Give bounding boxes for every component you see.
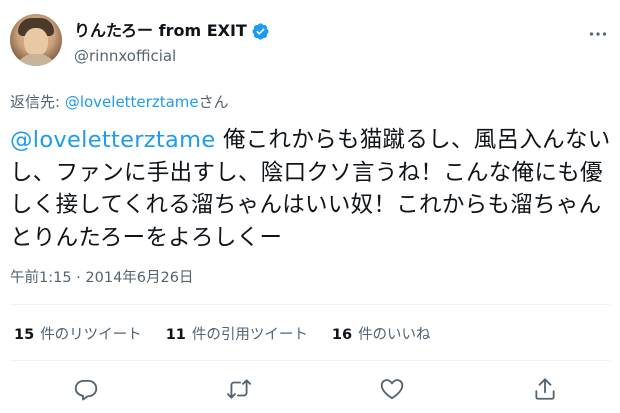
retweet-count: 15 <box>14 327 35 343</box>
retweet-count-link[interactable]: 15 件のリツイート <box>14 325 142 345</box>
divider <box>10 360 610 361</box>
like-label: 件のいいね <box>358 327 431 343</box>
reply-mention-link[interactable]: @loveletterztame <box>65 93 199 111</box>
avatar-face <box>24 28 48 56</box>
tweet-timestamp[interactable]: 午前1:15 · 2014年6月26日 <box>10 268 193 288</box>
reply-context: 返信先: @loveletterztameさん <box>10 92 229 112</box>
heart-icon[interactable] <box>379 376 405 402</box>
like-count: 16 <box>331 327 353 343</box>
engagement-stats: 15 件のリツイート 11 件の引用ツイート 16 件のいいね <box>14 325 455 345</box>
reply-suffix: さん <box>198 93 229 111</box>
reply-prefix: 返信先: <box>10 93 65 111</box>
avatar[interactable] <box>10 14 62 66</box>
avatar-shirt <box>14 54 58 66</box>
divider <box>10 304 610 305</box>
tweet-header: りんたろー from EXIT @rinnxofficial <box>10 10 610 74</box>
like-count-link[interactable]: 16 件のいいね <box>332 325 431 345</box>
more-icon[interactable] <box>588 24 608 44</box>
share-icon[interactable] <box>532 376 558 402</box>
tweet-text: @loveletterztame 俺これからも猫蹴るし、風呂入んないし、ファンに… <box>10 124 612 254</box>
retweet-label: 件のリツイート <box>40 327 142 343</box>
quote-count-link[interactable]: 11 件の引用ツイート <box>166 325 308 345</box>
author-name-row[interactable]: りんたろー from EXIT <box>74 21 270 41</box>
quote-count: 11 <box>165 327 186 343</box>
retweet-icon[interactable] <box>226 376 252 402</box>
author-display-name[interactable]: りんたろー from EXIT <box>74 21 247 41</box>
action-bar <box>0 372 620 406</box>
author-handle[interactable]: @rinnxofficial <box>74 46 176 66</box>
verified-badge-icon <box>251 22 270 41</box>
reply-icon[interactable] <box>73 376 99 402</box>
quote-label: 件の引用ツイート <box>191 327 308 343</box>
tweet-mention-link[interactable]: @loveletterztame <box>10 127 216 153</box>
